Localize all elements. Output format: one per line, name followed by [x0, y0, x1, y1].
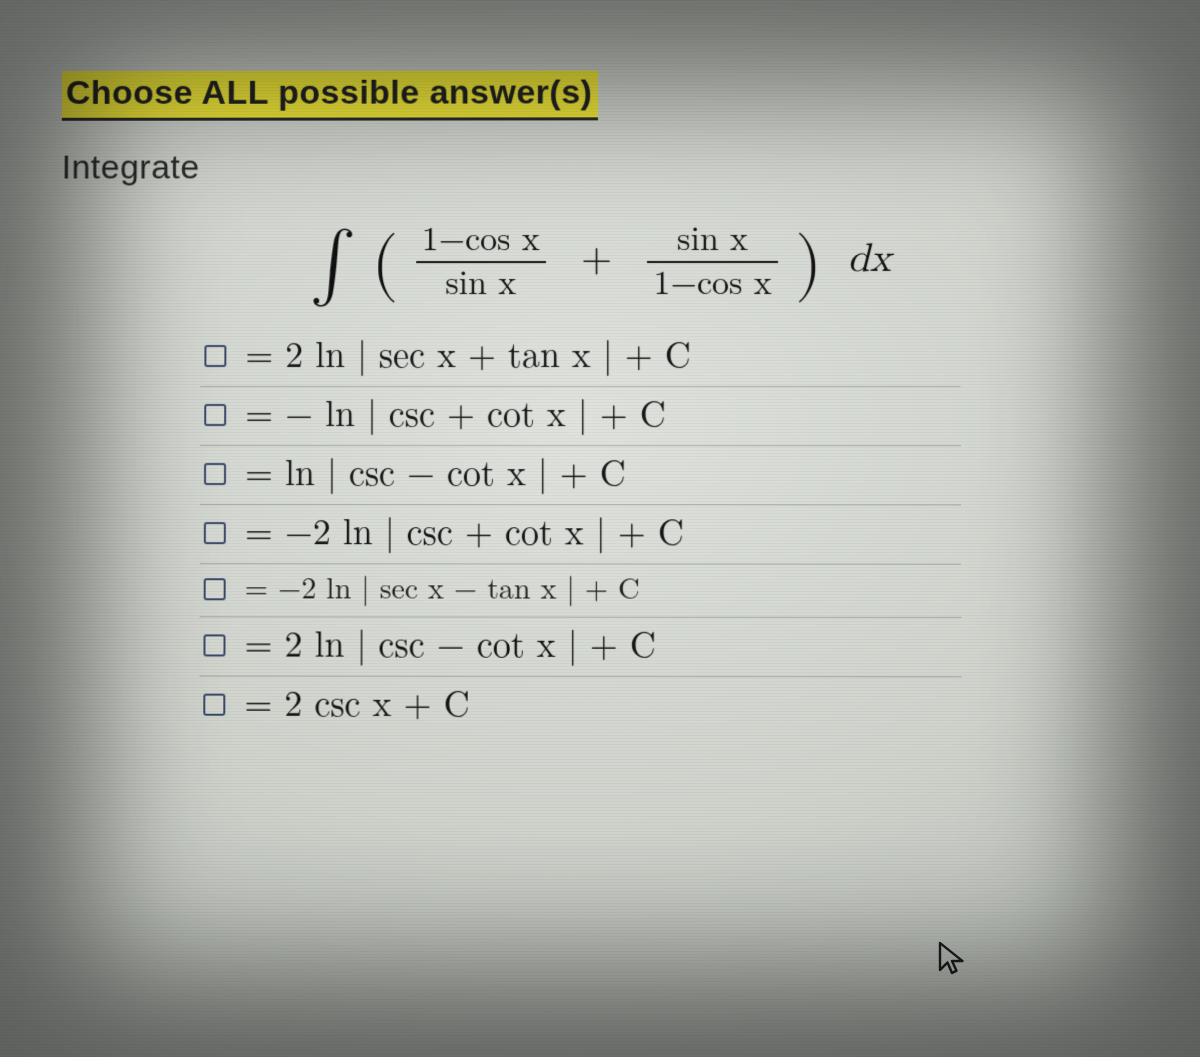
option-row[interactable]: = −2 ln | csc + cot x | + C: [200, 505, 961, 565]
option-row[interactable]: = −2 ln | sec x − tan x | + C: [200, 565, 962, 619]
integral-symbol: ∫: [310, 230, 357, 300]
prompt-text: Integrate: [62, 148, 1141, 188]
fraction-1-num: 1−cos x: [416, 223, 546, 263]
question-sheet: Choose ALL possible answer(s) Integrate …: [0, 0, 1200, 1057]
integral-expression: ∫ ( 1−cos x sin x + sin x 1−cos x ) dx: [61, 223, 1141, 303]
fraction-1: 1−cos x sin x: [412, 223, 550, 302]
option-checkbox[interactable]: [204, 404, 226, 426]
option-row[interactable]: = ln | csc − cot x | + C: [200, 446, 961, 505]
instruction-highlight: Choose ALL possible answer(s): [62, 71, 599, 121]
left-paren: (: [371, 229, 398, 299]
option-checkbox[interactable]: [203, 634, 225, 656]
option-row[interactable]: = 2 csc x + C: [199, 677, 961, 736]
fraction-2-den: 1−cos x: [647, 263, 777, 303]
option-text: = − ln | csc + cot x | + C: [245, 397, 666, 433]
fraction-1-den: sin x: [416, 263, 546, 303]
option-checkbox[interactable]: [204, 463, 226, 485]
fraction-2-num: sin x: [647, 223, 777, 263]
option-text: = 2 ln | csc − cot x | + C: [244, 628, 655, 665]
option-text: = ln | csc − cot x | + C: [245, 456, 626, 492]
cursor-icon: [934, 939, 970, 977]
plus-sign: +: [581, 239, 612, 279]
right-paren: ): [795, 229, 822, 299]
option-row[interactable]: = 2 ln | sec x + tan x | + C: [200, 328, 960, 387]
option-text: = −2 ln | sec x − tan x | + C: [245, 575, 640, 605]
option-text: = −2 ln | csc + cot x | + C: [245, 515, 684, 551]
dx: dx: [847, 239, 891, 279]
option-text: = 2 csc x + C: [244, 687, 469, 723]
answer-options: = 2 ln | sec x + tan x | + C = − ln | cs…: [59, 328, 1143, 736]
fraction-2: sin x 1−cos x: [643, 223, 781, 302]
option-checkbox[interactable]: [204, 345, 226, 367]
option-checkbox[interactable]: [203, 694, 225, 716]
option-checkbox[interactable]: [204, 578, 226, 600]
option-row[interactable]: = 2 ln | csc − cot x | + C: [199, 618, 961, 678]
option-text: = 2 ln | sec x + tan x | + C: [245, 338, 691, 374]
option-row[interactable]: = − ln | csc + cot x | + C: [200, 387, 961, 446]
option-checkbox[interactable]: [204, 522, 226, 544]
